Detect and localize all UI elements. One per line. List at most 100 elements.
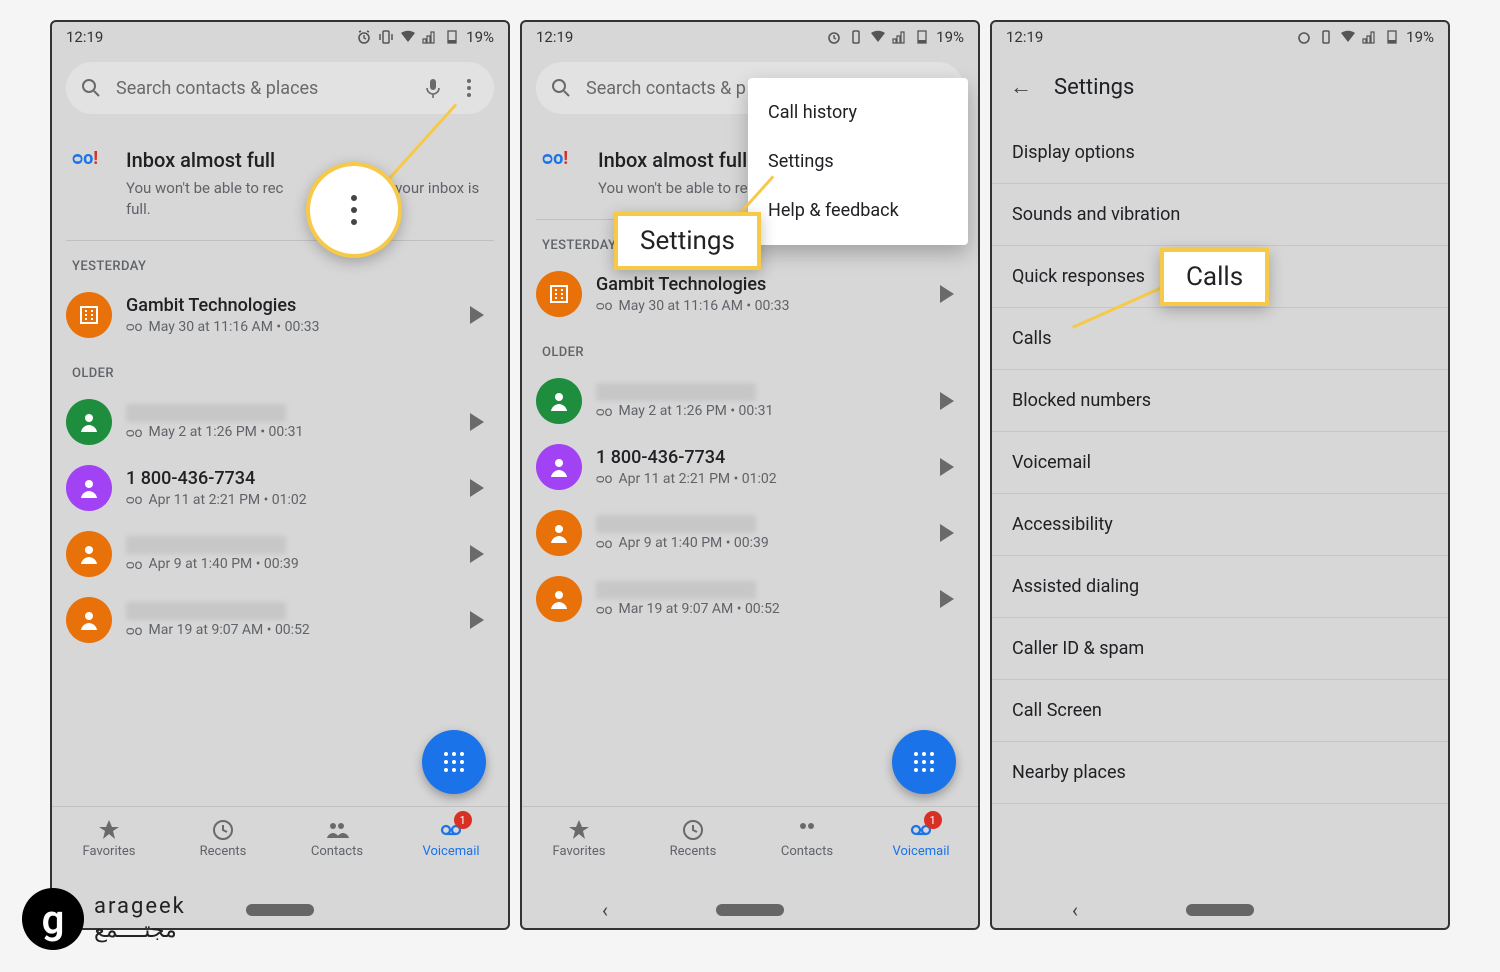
settings-item-accessibility[interactable]: Accessibility [992, 494, 1448, 556]
callout-label-calls: Calls [1160, 248, 1269, 306]
voicemail-icon: ᴑo! [542, 148, 582, 199]
search-bar[interactable]: Search contacts & places [66, 62, 494, 114]
voicemail-item[interactable]: Gambit Technologies ᴑo May 30 at 11:16 AM… [52, 282, 508, 348]
notice-body: You won't be able to re [598, 178, 748, 199]
voicemail-item[interactable]: ᴑo Apr 9 at 1:40 PM • 00:39 [52, 521, 508, 587]
settings-item-caller-id-spam[interactable]: Caller ID & spam [992, 618, 1448, 680]
signal-icon [892, 29, 908, 45]
callout-highlight-more-options [306, 162, 402, 258]
section-header-older: OLDER [52, 348, 508, 389]
settings-item-calls[interactable]: Calls [992, 308, 1448, 370]
redacted-name [596, 515, 756, 533]
person-icon [536, 576, 582, 622]
voicemail-item[interactable]: ᴑo Apr 9 at 1:40 PM • 00:39 [522, 500, 978, 566]
menu-item-settings[interactable]: Settings [748, 137, 968, 186]
settings-title: Settings [1054, 75, 1134, 100]
voicemail-item[interactable]: 1 800-436-7734ᴑo Apr 11 at 2:21 PM • 01:… [52, 455, 508, 521]
vibrate-icon [848, 29, 864, 45]
voicemail-item[interactable]: ᴑo May 2 at 1:26 PM • 00:31 [52, 389, 508, 455]
voicemail-contact-name: 1 800-436-7734 [596, 447, 926, 468]
star-icon [97, 818, 121, 842]
dialpad-icon [910, 748, 938, 776]
tab-voicemail[interactable]: Voicemail 1 [864, 807, 978, 870]
search-placeholder: Search contacts & places [116, 78, 408, 99]
bottom-nav: Favorites Recents Contacts Voicemail 1 [52, 806, 508, 870]
clock-icon [211, 818, 235, 842]
person-icon [536, 444, 582, 490]
wifi-icon [870, 29, 886, 45]
watermark-g-icon: g [22, 888, 84, 950]
gesture-pill[interactable] [716, 904, 784, 916]
search-icon [550, 77, 572, 99]
settings-item-assisted-dialing[interactable]: Assisted dialing [992, 556, 1448, 618]
play-icon[interactable] [940, 524, 954, 542]
gesture-pill[interactable] [246, 904, 314, 916]
play-icon[interactable] [940, 458, 954, 476]
redacted-name [596, 383, 756, 401]
back-button[interactable]: ← [1010, 74, 1032, 100]
status-bar: 12:19 19% [992, 22, 1448, 52]
play-icon[interactable] [940, 285, 954, 303]
wifi-icon [400, 29, 416, 45]
voicemail-badge: 1 [454, 811, 472, 829]
play-icon[interactable] [940, 590, 954, 608]
voicemail-item[interactable]: Gambit Technologiesᴑo May 30 at 11:16 AM… [522, 261, 978, 327]
callout-label-settings: Settings [614, 212, 761, 270]
status-time: 12:19 [536, 28, 573, 46]
building-icon [536, 271, 582, 317]
settings-item-display-options[interactable]: Display options [992, 122, 1448, 184]
vibrate-icon [378, 29, 394, 45]
watermark-logo: g arageek مجتــــمع [22, 888, 186, 950]
voicemail-item[interactable]: ᴑo May 2 at 1:26 PM • 00:31 [522, 368, 978, 434]
voicemail-item[interactable]: ᴑo Mar 19 at 9:07 AM • 00:52 [522, 566, 978, 632]
menu-item-call-history[interactable]: Call history [748, 88, 968, 137]
people-icon [325, 818, 349, 842]
tab-contacts[interactable]: Contacts [750, 807, 864, 870]
play-icon[interactable] [940, 392, 954, 410]
settings-item-nearby-places[interactable]: Nearby places [992, 742, 1448, 804]
voicemail-badge: 1 [924, 811, 942, 829]
dialpad-fab[interactable] [892, 730, 956, 794]
voicemail-meta: ᴑo May 30 at 11:16 AM • 00:33 [126, 318, 456, 335]
phone-screen-popup-menu: 12:19 19% Search contacts & p ᴑo! Inbox … [520, 20, 980, 930]
tab-favorites[interactable]: Favorites [52, 807, 166, 870]
phone-screen-voicemail-inbox: 12:19 19% Search contacts & places ᴑo! I… [50, 20, 510, 930]
settings-item-voicemail[interactable]: Voicemail [992, 432, 1448, 494]
tab-contacts[interactable]: Contacts [280, 807, 394, 870]
voicemail-meta: ᴑo Apr 9 at 1:40 PM • 00:39 [596, 535, 926, 552]
tab-favorites[interactable]: Favorites [522, 807, 636, 870]
voicemail-item[interactable]: 1 800-436-7734ᴑo Apr 11 at 2:21 PM • 01:… [522, 434, 978, 500]
voicemail-item[interactable]: ᴑo Mar 19 at 9:07 AM • 00:52 [52, 587, 508, 653]
system-back-button[interactable]: ‹ [602, 898, 608, 922]
tab-voicemail[interactable]: Voicemail 1 [394, 807, 508, 870]
mic-icon[interactable] [422, 77, 444, 99]
gesture-pill[interactable] [1186, 904, 1254, 916]
voicemail-contact-name: Gambit Technologies [596, 274, 926, 295]
play-icon[interactable] [470, 479, 484, 497]
redacted-name [126, 536, 286, 554]
dialpad-fab[interactable] [422, 730, 486, 794]
people-icon [795, 818, 819, 842]
play-icon[interactable] [470, 413, 484, 431]
menu-item-help[interactable]: Help & feedback [748, 186, 968, 235]
play-icon[interactable] [470, 545, 484, 563]
section-header-older: OLDER [522, 327, 978, 368]
notice-title: Inbox almost full [126, 148, 488, 172]
play-icon[interactable] [470, 306, 484, 324]
tab-recents[interactable]: Recents [636, 807, 750, 870]
notice-title: Inbox almost full [598, 148, 748, 172]
settings-item-blocked-numbers[interactable]: Blocked numbers [992, 370, 1448, 432]
tab-recents[interactable]: Recents [166, 807, 280, 870]
play-icon[interactable] [470, 611, 484, 629]
system-back-button[interactable]: ‹ [1072, 898, 1078, 922]
battery-percent: 19% [1406, 28, 1434, 46]
more-options-button[interactable] [458, 79, 480, 97]
voicemail-contact-name: Gambit Technologies [126, 295, 456, 316]
status-bar: 12:19 19% [52, 22, 508, 52]
settings-item-sounds-and-vibration[interactable]: Sounds and vibration [992, 184, 1448, 246]
voicemail-contact-name: 1 800-436-7734 [126, 468, 456, 489]
voicemail-meta: ᴑo Apr 9 at 1:40 PM • 00:39 [126, 556, 456, 573]
settings-item-call-screen[interactable]: Call Screen [992, 680, 1448, 742]
person-icon [66, 399, 112, 445]
section-header-yesterday: YESTERDAY [52, 241, 508, 282]
